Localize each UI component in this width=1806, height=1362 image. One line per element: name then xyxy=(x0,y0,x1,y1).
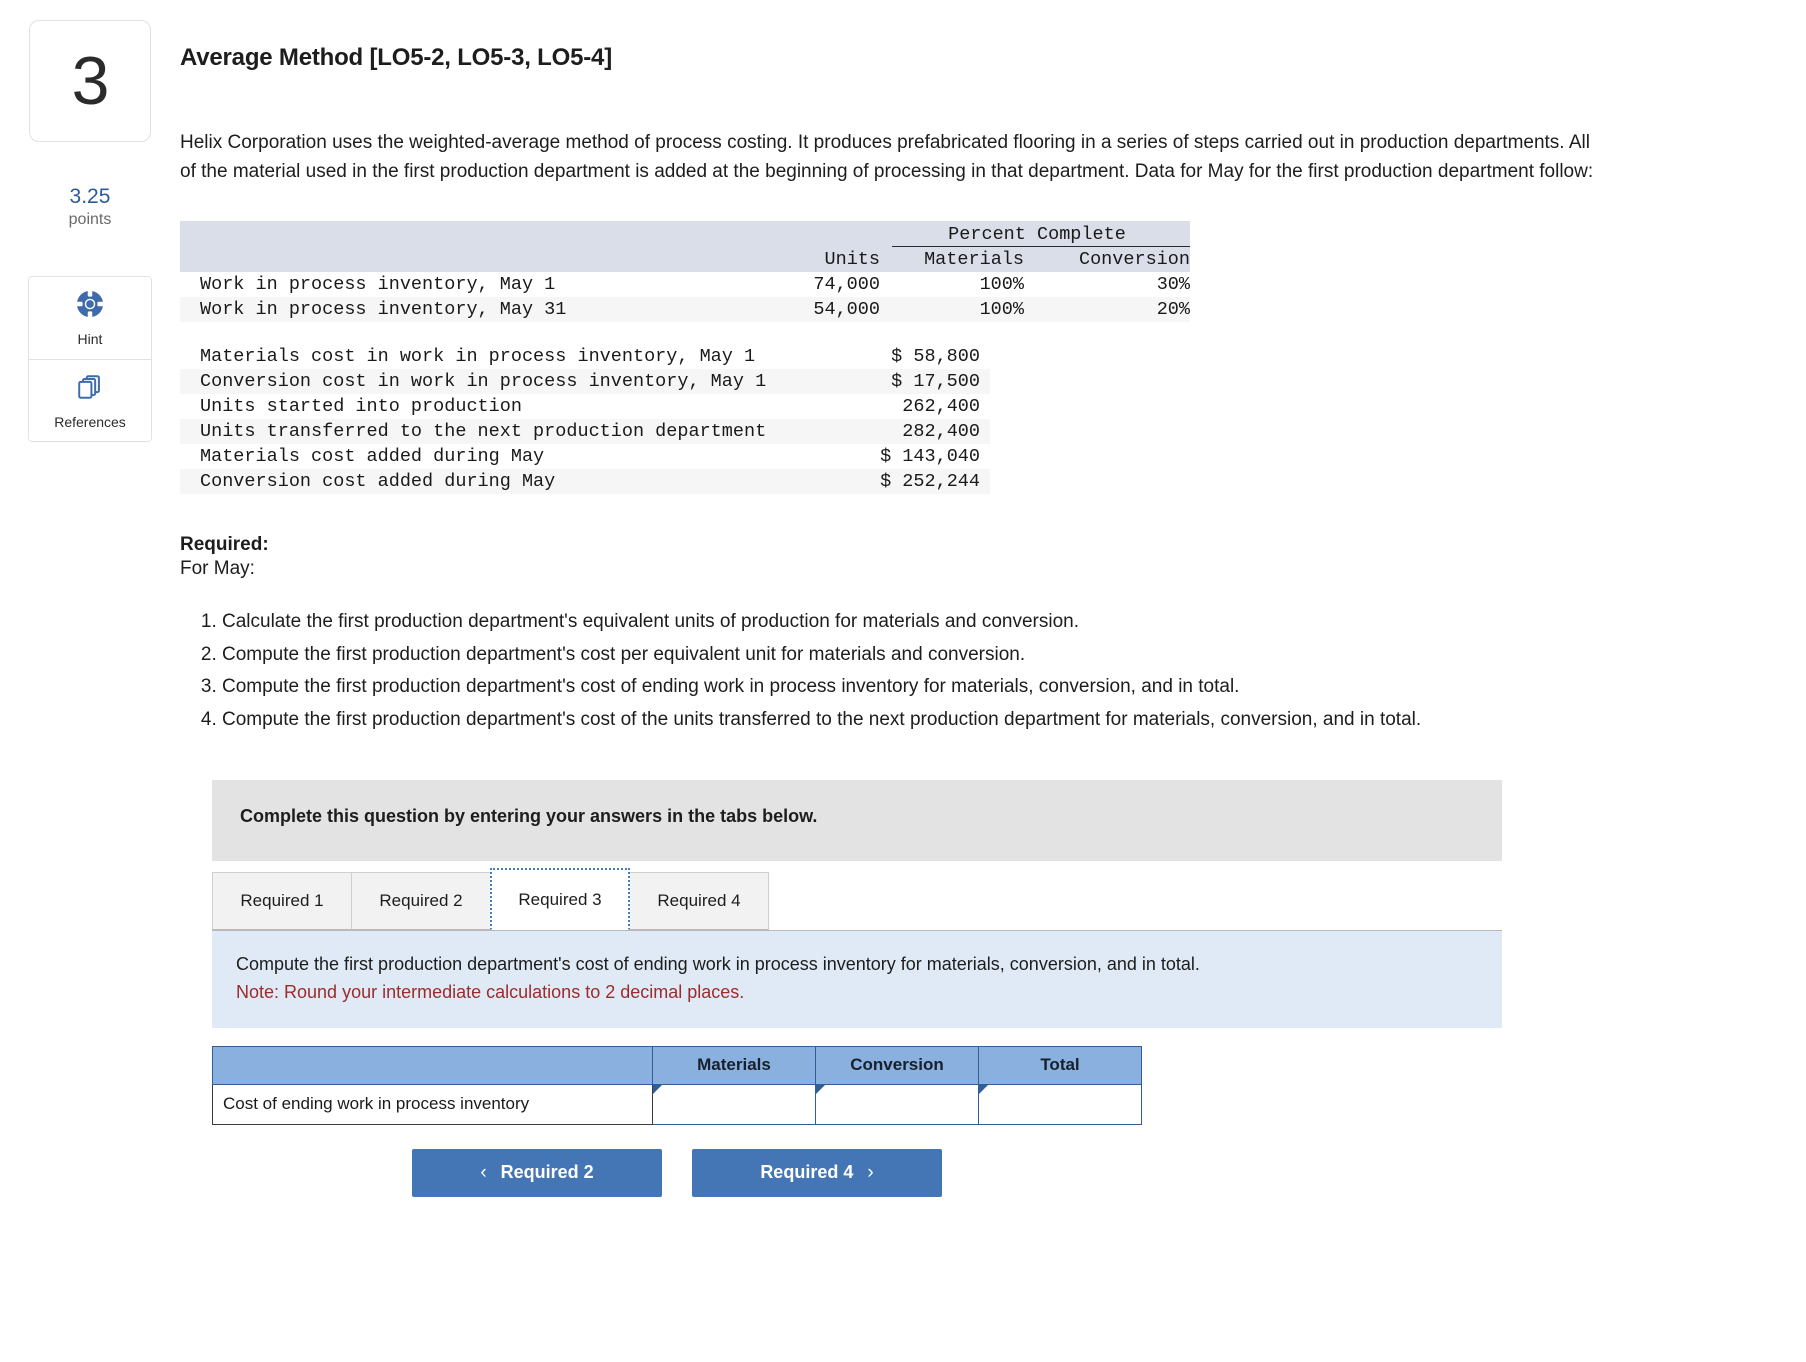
page-title: Average Method [LO5-2, LO5-3, LO5-4] xyxy=(180,44,612,71)
answer-table: Materials Conversion Total Cost of endin… xyxy=(212,1045,1142,1125)
points-block: 3.25 points xyxy=(69,184,112,230)
next-required-label: Required 4 xyxy=(760,1162,854,1183)
instruction-text: Compute the first production department'… xyxy=(236,954,1200,975)
row-label: Conversion cost added during May xyxy=(180,469,820,495)
row-label: Units transferred to the next production… xyxy=(180,419,820,445)
table-row: Conversion cost added during May $ 252,2… xyxy=(180,469,990,495)
row-units: 74,000 xyxy=(780,272,892,298)
tab-required-4[interactable]: Required 4 xyxy=(629,872,769,931)
row-label: Work in process inventory, May 1 xyxy=(180,272,780,298)
hint-label: Hint xyxy=(77,331,103,348)
header-blank-units xyxy=(780,220,892,247)
references-label: References xyxy=(54,413,126,430)
table-row: Units started into production 262,400 xyxy=(180,394,990,420)
cell-marker-icon xyxy=(653,1084,662,1094)
tab-bar: Required 1 Required 2 Required 3 Require… xyxy=(212,868,1502,932)
answer-widget: Complete this question by entering your … xyxy=(212,780,1782,1197)
row-materials: 100% xyxy=(892,272,1032,298)
percent-complete-group-header: Percent Complete xyxy=(892,220,1190,248)
costs-data-table: Materials cost in work in process invent… xyxy=(180,344,990,495)
chevron-right-icon: › xyxy=(867,1161,874,1183)
answer-header-materials: Materials xyxy=(652,1045,816,1085)
answer-header-conversion: Conversion xyxy=(815,1045,979,1085)
references-button[interactable]: References xyxy=(29,359,151,442)
left-rail: 3 3.25 points Hint References xyxy=(0,0,180,443)
hint-button[interactable]: Hint xyxy=(29,277,151,360)
table-row: Work in process inventory, May 1 74,000 … xyxy=(180,272,1190,298)
required-list: Calculate the first production departmen… xyxy=(180,608,1620,734)
prev-required-label: Required 2 xyxy=(500,1162,594,1183)
table-row: Materials cost added during May $ 143,04… xyxy=(180,444,990,470)
header-cell-blank xyxy=(180,246,780,273)
row-label: Units started into production xyxy=(180,394,820,420)
row-label: Work in process inventory, May 31 xyxy=(180,297,780,323)
tab-required-1[interactable]: Required 1 xyxy=(212,872,352,931)
required-subheading: For May: xyxy=(180,558,255,580)
nav-button-bar: ‹ Required 2 Required 4 › xyxy=(212,1148,1142,1197)
header-cell-materials: Materials xyxy=(892,246,1032,273)
question-page: 3 3.25 points Hint References Average Me… xyxy=(0,0,1806,1362)
required-heading: Required: xyxy=(180,534,269,556)
cell-marker-icon xyxy=(979,1084,988,1094)
row-value: 282,400 xyxy=(820,419,990,445)
lifebuoy-icon xyxy=(75,289,105,324)
tab-instruction-panel: Compute the first production department'… xyxy=(212,931,1502,1028)
chevron-left-icon: ‹ xyxy=(480,1161,487,1183)
row-value: 262,400 xyxy=(820,394,990,420)
row-conversion: 30% xyxy=(1032,272,1190,298)
table-row: Materials cost in work in process invent… xyxy=(180,344,990,370)
answer-header-blank xyxy=(212,1045,653,1085)
problem-intro: Helix Corporation uses the weighted-aver… xyxy=(180,132,1594,183)
table-row: Units transferred to the next production… xyxy=(180,419,990,445)
prev-required-button[interactable]: ‹ Required 2 xyxy=(412,1148,662,1197)
answer-input-conversion[interactable] xyxy=(815,1083,979,1125)
row-conversion: 20% xyxy=(1032,297,1190,323)
list-item: Calculate the first production departmen… xyxy=(222,608,1620,637)
question-number: 3 xyxy=(71,43,110,119)
row-label: Conversion cost in work in process inven… xyxy=(180,369,820,395)
list-item: Compute the first production department'… xyxy=(222,641,1620,670)
widget-banner: Complete this question by entering your … xyxy=(212,780,1502,862)
units-data-table: Percent Complete Units Materials Convers… xyxy=(180,220,1190,345)
header-cell-conversion: Conversion xyxy=(1032,246,1190,273)
points-value: 3.25 xyxy=(69,185,111,208)
table-header-row: Units Materials Conversion xyxy=(180,246,1190,273)
answer-input-total[interactable] xyxy=(978,1083,1142,1125)
answer-input-materials[interactable] xyxy=(652,1083,816,1125)
row-value: $ 17,500 xyxy=(820,369,990,395)
next-required-button[interactable]: Required 4 › xyxy=(692,1148,942,1197)
question-number-box: 3 xyxy=(29,20,151,142)
list-item: Compute the first production department'… xyxy=(222,673,1620,702)
row-label: Materials cost added during May xyxy=(180,444,820,470)
points-label: points xyxy=(68,211,112,229)
header-cell-units: Units xyxy=(780,246,892,273)
table-spacer xyxy=(180,322,1190,345)
table-row: Conversion cost in work in process inven… xyxy=(180,369,990,395)
tool-stack: Hint References xyxy=(28,276,152,443)
list-item: Compute the first production department'… xyxy=(222,706,1620,735)
row-value: $ 143,040 xyxy=(820,444,990,470)
table-row: Cost of ending work in process inventory xyxy=(212,1083,1142,1125)
row-value: $ 58,800 xyxy=(820,344,990,370)
row-materials: 100% xyxy=(892,297,1032,323)
documents-icon xyxy=(75,372,105,407)
row-value: $ 252,244 xyxy=(820,469,990,495)
cell-marker-icon xyxy=(816,1084,825,1094)
row-label: Materials cost in work in process invent… xyxy=(180,344,820,370)
answer-header-total: Total xyxy=(978,1045,1142,1085)
row-units: 54,000 xyxy=(780,297,892,323)
table-header-group-row: Percent Complete xyxy=(180,220,1190,248)
instruction-note: Note: Round your intermediate calculatio… xyxy=(236,982,745,1003)
answer-table-header-row: Materials Conversion Total xyxy=(212,1045,1142,1085)
table-row: Work in process inventory, May 31 54,000… xyxy=(180,297,1190,323)
tab-required-3[interactable]: Required 3 xyxy=(490,868,630,931)
tab-required-2[interactable]: Required 2 xyxy=(351,872,491,931)
answer-row-label: Cost of ending work in process inventory xyxy=(212,1083,653,1125)
header-blank-cell xyxy=(180,220,780,247)
main-content: Average Method [LO5-2, LO5-3, LO5-4] Hel… xyxy=(180,0,1806,1197)
